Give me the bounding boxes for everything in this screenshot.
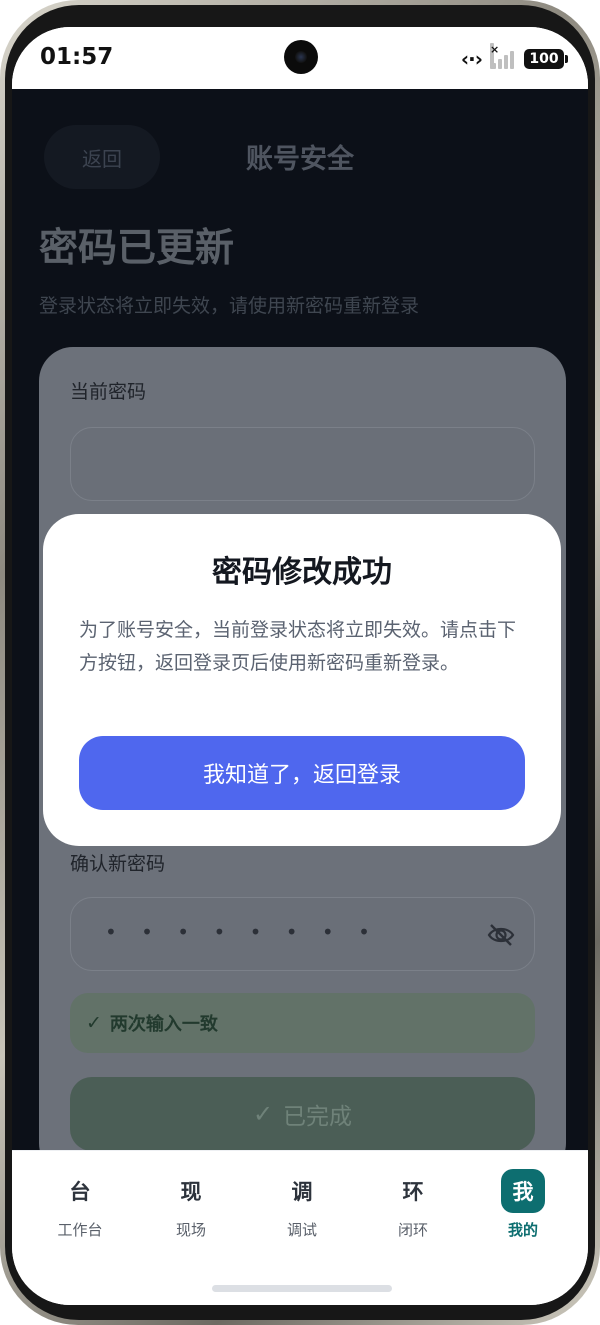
bottom-tab-bar: 台 工作台 现 现场 调 调试 环 闭环 我 我的 xyxy=(12,1150,588,1305)
app-content: 返回 账号安全 密码已更新 登录状态将立即失效，请使用新密码重新登录 当前密码 … xyxy=(12,89,588,1177)
debug-icon: 调 xyxy=(291,1180,313,1204)
check-icon: ✓ xyxy=(86,1012,102,1034)
current-password-input[interactable] xyxy=(70,427,535,501)
front-camera xyxy=(284,40,318,74)
password-match-hint: ✓ 两次输入一致 xyxy=(70,993,535,1053)
network-arrows-icon: ‹·› xyxy=(460,47,483,71)
mine-icon: 我 xyxy=(501,1169,545,1213)
tab-site[interactable]: 现 现场 xyxy=(136,1169,246,1239)
closed-loop-icon: 环 xyxy=(402,1180,424,1204)
check-icon: ✓ xyxy=(252,1100,274,1128)
confirm-password-label: 确认新密码 xyxy=(70,853,166,875)
home-indicator[interactable] xyxy=(212,1285,392,1292)
match-hint-text: 两次输入一致 xyxy=(109,1014,218,1035)
success-dialog: 密码修改成功 为了账号安全，当前登录状态将立即失效。请点击下方按钮，返回登录页后… xyxy=(43,514,561,846)
dialog-message: 为了账号安全，当前登录状态将立即失效。请点击下方按钮，返回登录页后使用新密码重新… xyxy=(79,619,517,674)
tab-label: 工作台 xyxy=(57,1221,103,1239)
nav-title: 账号安全 xyxy=(246,144,354,175)
battery-icon: 100 xyxy=(524,49,568,69)
screen: 01:57 ‹·› × 100 返回 账号安全 密码已更新 登录状态将立即失效，… xyxy=(12,27,588,1305)
tab-mine[interactable]: 我 我的 xyxy=(468,1169,578,1239)
tab-label: 我的 xyxy=(507,1221,538,1239)
confirm-password-input[interactable]: • • • • • • • • xyxy=(70,897,535,971)
confirm-password-value: • • • • • • • • xyxy=(105,920,379,944)
return-to-login-button[interactable]: 我知道了，返回登录 xyxy=(79,736,525,810)
current-password-label: 当前密码 xyxy=(70,381,147,403)
eye-off-icon[interactable] xyxy=(486,920,516,950)
tab-label: 调试 xyxy=(286,1221,317,1239)
tab-debug[interactable]: 调 调试 xyxy=(247,1169,357,1239)
status-bar: 01:57 ‹·› × 100 xyxy=(12,27,588,89)
done-button[interactable]: ✓ 已完成 xyxy=(70,1077,535,1151)
tab-workbench[interactable]: 台 工作台 xyxy=(25,1169,135,1239)
tab-label: 闭环 xyxy=(397,1221,428,1239)
page-subtitle: 登录状态将立即失效，请使用新密码重新登录 xyxy=(39,295,420,317)
page-title: 密码已更新 xyxy=(39,226,235,271)
status-icons: ‹·› × 100 xyxy=(460,43,568,71)
done-button-label: 已完成 xyxy=(283,1104,353,1130)
site-icon: 现 xyxy=(180,1180,202,1204)
tab-closed-loop[interactable]: 环 闭环 xyxy=(358,1169,468,1239)
workbench-icon: 台 xyxy=(69,1180,91,1204)
status-time: 01:57 xyxy=(40,44,114,70)
signal-icon: × xyxy=(490,43,516,69)
tab-label: 现场 xyxy=(175,1221,206,1239)
dialog-title: 密码修改成功 xyxy=(212,555,392,590)
